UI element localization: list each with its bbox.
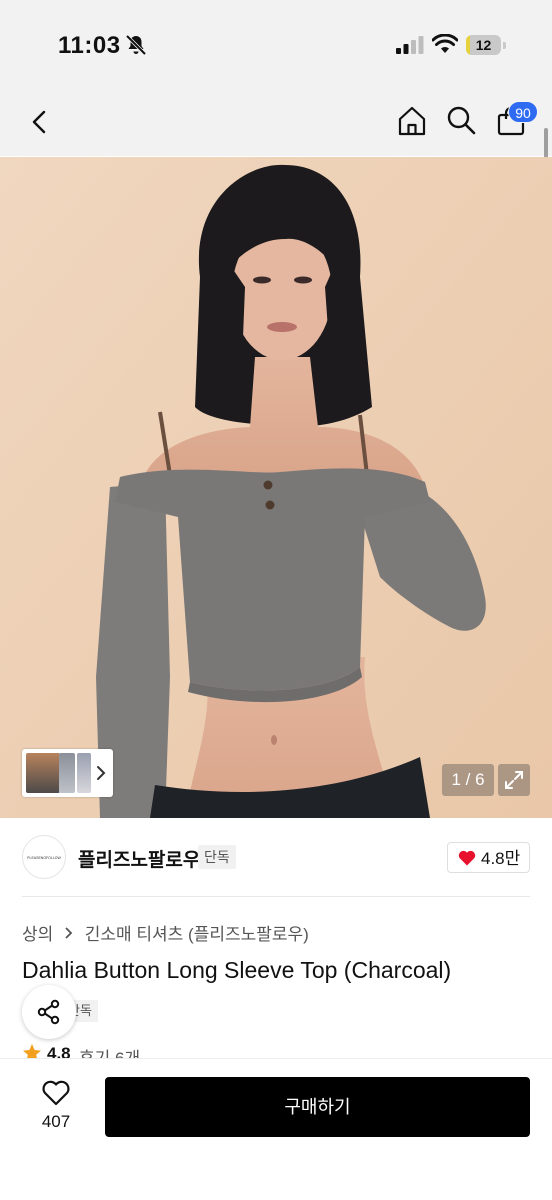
product-image-carousel[interactable]: 1 / 6 (0, 157, 552, 818)
status-bar: 11:03 12 (0, 0, 552, 90)
cart-count-badge: 90 (508, 101, 538, 123)
brand-logo[interactable]: PLEASENOFOLLOW (22, 835, 66, 879)
thumbnail-2[interactable] (59, 753, 75, 793)
brand-name[interactable]: 플리즈노팔로우 (78, 845, 200, 872)
wifi-icon (432, 34, 458, 53)
share-button[interactable] (22, 985, 76, 1039)
wishlist-count: 407 (41, 1112, 71, 1131)
expand-icon (505, 771, 523, 789)
breadcrumb-item[interactable]: 긴소매 티셔츠 (플리즈노팔로우) (85, 925, 309, 944)
bell-slash-icon (125, 34, 147, 56)
heart-outline-icon (42, 1080, 70, 1106)
exclusive-tag: 단독 (198, 845, 236, 869)
breadcrumb: 상의 긴소매 티셔츠 (플리즈노팔로우) (22, 920, 309, 945)
thumbnail-strip[interactable] (22, 749, 113, 797)
share-icon (37, 999, 60, 1025)
chevron-right-icon (65, 927, 73, 939)
brand-like-button[interactable]: 4.8만 (447, 842, 530, 873)
breadcrumb-item[interactable]: 상의 (22, 925, 53, 944)
signal-icon (396, 36, 424, 54)
divider (22, 896, 530, 897)
buy-button[interactable]: 구매하기 (105, 1077, 530, 1137)
wishlist-button[interactable]: 407 (30, 1079, 82, 1135)
back-button[interactable] (24, 106, 56, 138)
battery-level: 12 (475, 37, 492, 53)
expand-button[interactable] (498, 764, 530, 796)
chevron-right-icon[interactable] (94, 763, 108, 783)
thumbnail-3[interactable] (77, 753, 91, 793)
search-icon[interactable] (446, 105, 476, 135)
thumbnail-1[interactable] (26, 753, 60, 793)
bottom-action-bar: 407 구매하기 (0, 1058, 552, 1200)
app-header (0, 90, 552, 156)
product-title: Dahlia Button Long Sleeve Top (Charcoal) (22, 957, 452, 983)
heart-icon (458, 850, 476, 866)
brand-like-count: 4.8만 (481, 849, 521, 868)
product-photo (0, 157, 552, 818)
home-icon[interactable] (396, 105, 428, 137)
battery-icon: 12 (466, 35, 506, 55)
page-indicator: 1 / 6 (442, 764, 494, 796)
status-time: 11:03 (58, 32, 121, 59)
